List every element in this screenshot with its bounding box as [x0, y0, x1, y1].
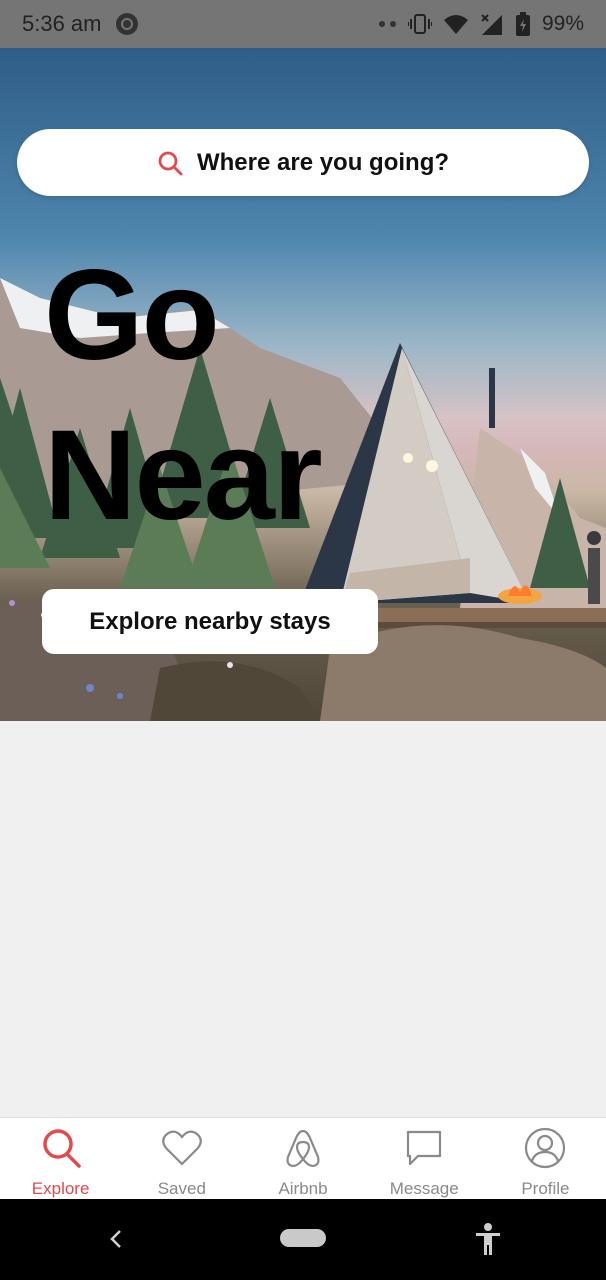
hero-headline: Go Near	[44, 236, 323, 556]
nav-airbnb[interactable]: Airbnb	[242, 1118, 363, 1199]
nav-label-message: Message	[389, 1179, 459, 1198]
nav-explore[interactable]: Explore	[0, 1118, 121, 1199]
message-icon	[407, 1130, 442, 1166]
search-icon	[158, 151, 183, 175]
bottom-navigation: Explore Saved Airbnb Message Profile	[0, 1117, 606, 1199]
more-notifications-icon	[378, 21, 396, 27]
nav-profile[interactable]: Profile	[485, 1118, 606, 1199]
status-icons: 99%	[378, 12, 584, 36]
headline-line-2: Near	[44, 404, 323, 547]
battery-percent: 99%	[541, 12, 584, 35]
system-navigation-bar	[0, 1199, 606, 1280]
app-screen: 5:36 am 99% Where are you going? Go Near…	[0, 0, 606, 1280]
headline-line-1: Go	[44, 244, 220, 387]
profile-icon	[525, 1127, 566, 1169]
status-time: 5:36 am	[22, 11, 102, 36]
explore-nearby-stays-button[interactable]: Explore nearby stays	[42, 589, 378, 654]
heart-icon	[161, 1130, 202, 1166]
vibrate-icon	[407, 14, 432, 34]
airbnb-logo-icon	[286, 1129, 320, 1168]
battery-icon	[515, 12, 530, 36]
accessibility-icon[interactable]	[474, 1222, 502, 1256]
nav-label-explore: Explore	[31, 1179, 90, 1198]
nav-message[interactable]: Message	[364, 1118, 485, 1199]
search-bar[interactable]: Where are you going?	[17, 129, 589, 196]
search-label: Where are you going?	[196, 148, 450, 176]
signal-icon	[481, 14, 502, 35]
nav-saved[interactable]: Saved	[121, 1118, 242, 1199]
nav-label-airbnb: Airbnb	[278, 1179, 328, 1198]
back-icon[interactable]	[106, 1227, 128, 1251]
nav-label-profile: Profile	[521, 1179, 570, 1198]
hero-banner: Where are you going? Go Near Explore nea…	[0, 48, 606, 721]
wifi-icon	[443, 15, 468, 34]
home-button[interactable]	[280, 1229, 326, 1247]
nav-label-saved: Saved	[157, 1179, 206, 1198]
search-icon	[42, 1129, 81, 1168]
status-bar: 5:36 am 99%	[0, 0, 606, 48]
app-notification-icon	[115, 13, 138, 35]
